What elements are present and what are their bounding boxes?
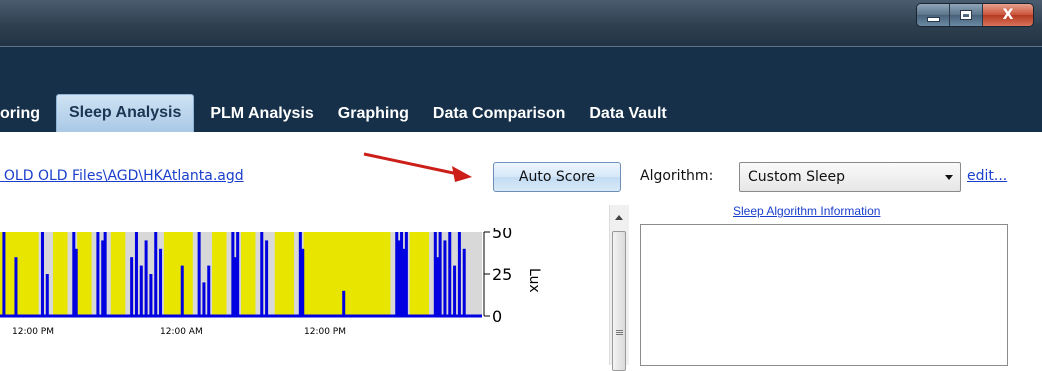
activity-bar-39 (457, 232, 461, 316)
chart-x-axis: 12:00 PM 12:00 AM 12:00 PM (12, 327, 346, 337)
tab-sleep-analysis[interactable]: Sleep Analysis (56, 94, 195, 132)
activity-bar-37 (448, 232, 452, 316)
chevron-down-icon (945, 175, 953, 180)
tab-plm-analysis[interactable]: PLM Analysis (198, 96, 325, 132)
close-icon: X (1002, 7, 1014, 23)
x-tick-label-2: 12:00 AM (160, 327, 203, 337)
activity-bar-6 (96, 232, 100, 316)
main-tabs: oring Sleep Analysis PLM Analysis Graphi… (0, 92, 679, 132)
activity-bar-38 (453, 265, 457, 316)
algorithm-selected-value: Custom Sleep (748, 169, 845, 185)
arrow-head (452, 166, 472, 182)
activity-bar-36 (443, 240, 447, 316)
window-titlebar: X (0, 0, 1042, 46)
sleep-algorithm-info-link[interactable]: Sleep Algorithm Information (733, 204, 880, 218)
y-tick-label-25: 25 (492, 265, 512, 284)
red-arrow-annotation (363, 152, 472, 182)
chart-scrollbar[interactable] (609, 205, 629, 371)
sleep-region-2 (77, 232, 92, 316)
sleep-analysis-panel: ) OLD OLD Files\AGD\HKAtlanta.agd Auto S… (0, 132, 1042, 371)
lux-chart: 50 25 0 Lux 12:00 PM 12:00 AM 12:00 PM (0, 228, 542, 337)
y-axis-label: Lux (526, 268, 542, 293)
activity-bar-0 (2, 232, 6, 316)
sleep-region-0 (0, 232, 39, 316)
chart-y-axis: 50 25 0 Lux (483, 228, 542, 326)
activity-bar-12 (144, 240, 148, 316)
algorithm-info-box (640, 224, 1008, 366)
activity-bar-14 (154, 232, 158, 316)
tab-data-comparison[interactable]: Data Comparison (421, 96, 577, 132)
x-tick-label-3: 12:00 PM (304, 327, 346, 337)
auto-score-button[interactable]: Auto Score (493, 162, 621, 192)
activity-bar-27 (342, 290, 346, 316)
activity-bar-8 (103, 232, 107, 316)
y-tick-label-50: 50 (492, 228, 512, 242)
y-tick-label-0: 0 (492, 307, 502, 326)
activity-bar-1 (14, 257, 18, 316)
sleep-region-3 (110, 232, 126, 316)
scroll-thumb[interactable] (612, 231, 626, 371)
tab-graphing[interactable]: Graphing (326, 96, 421, 132)
scroll-up-icon[interactable] (615, 215, 623, 220)
activity-bar-10 (134, 232, 138, 316)
sleep-region-4 (163, 232, 193, 316)
minimize-icon (927, 17, 939, 21)
tab-data-vault[interactable]: Data Vault (577, 96, 678, 132)
activity-bar-26 (301, 248, 305, 316)
activity-bar-11 (139, 265, 143, 316)
activity-bar-24 (265, 240, 269, 316)
minimize-button[interactable] (917, 4, 950, 26)
file-path-link[interactable]: ) OLD OLD Files\AGD\HKAtlanta.agd (0, 168, 244, 184)
activity-bar-22 (236, 232, 240, 316)
activity-bar-5 (74, 248, 78, 316)
maximize-button[interactable] (950, 4, 983, 26)
activity-bar-18 (202, 282, 206, 316)
sleep-region-9 (409, 232, 429, 316)
activity-bar-9 (130, 257, 134, 316)
window-controls: X (916, 3, 1034, 27)
chart-plot-area (0, 232, 482, 318)
sleep-region-1 (53, 232, 68, 316)
arrow-shaft (363, 152, 459, 176)
algorithm-select[interactable]: Custom Sleep (739, 162, 961, 192)
activity-bar-16 (180, 265, 184, 316)
tab-scoring[interactable]: oring (0, 96, 52, 132)
grip-icon (616, 330, 623, 331)
sleep-region-8 (303, 232, 391, 316)
sleep-region-7 (274, 232, 295, 316)
activity-bar-35 (438, 232, 442, 316)
activity-bar-17 (197, 232, 201, 316)
activity-bar-32 (404, 232, 408, 316)
activity-bar-23 (260, 232, 264, 316)
algorithm-label: Algorithm: (640, 168, 714, 184)
activity-bar-13 (149, 274, 153, 316)
activity-bar-40 (462, 248, 466, 316)
sleep-region-5 (212, 232, 227, 316)
activity-bar-3 (45, 274, 49, 316)
sleep-region-6 (241, 232, 256, 316)
close-button[interactable]: X (983, 4, 1033, 26)
activity-bar-2 (40, 232, 44, 316)
maximize-icon (961, 11, 971, 19)
activity-bar-19 (207, 265, 211, 316)
activity-bar-15 (159, 248, 163, 316)
edit-algorithm-link[interactable]: edit... (967, 168, 1007, 184)
x-tick-label-1: 12:00 PM (12, 327, 54, 337)
